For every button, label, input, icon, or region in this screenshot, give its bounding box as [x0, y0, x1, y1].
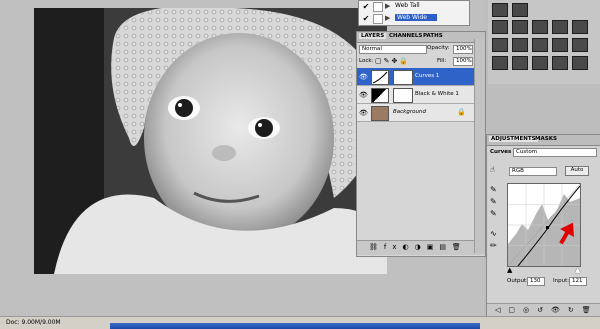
lock-icons[interactable]: ▢✎✥🔒: [375, 57, 410, 65]
adjustment-actions-icons[interactable]: ◁▢◎↺👁↻🗑: [495, 306, 599, 314]
eye-icon[interactable]: 👁: [359, 91, 368, 99]
swatch[interactable]: [532, 20, 548, 34]
swatch[interactable]: [492, 20, 508, 34]
adjustments-tabs: ADJUSTMENTS MASKS: [487, 135, 600, 146]
white-point-slider[interactable]: ▲: [575, 266, 580, 274]
swatch[interactable]: [552, 38, 568, 52]
layers-scrollbar[interactable]: [474, 39, 485, 253]
input-label: Input:: [553, 278, 570, 284]
black-white-adjustment-icon: [371, 88, 389, 103]
tab-adjustments[interactable]: ADJUSTMENTS: [489, 136, 538, 142]
layer-row-background[interactable]: 👁 Background 🔒: [357, 104, 475, 122]
preset-label: Curves: [490, 149, 512, 155]
black-eyedropper-icon[interactable]: ✎: [490, 185, 497, 194]
curves-preset-select[interactable]: Custom: [513, 148, 597, 157]
tab-masks[interactable]: MASKS: [535, 136, 557, 142]
output-label: Output:: [507, 278, 528, 284]
swatch[interactable]: [512, 3, 528, 17]
layer-name: Background: [393, 109, 426, 115]
swatch[interactable]: [512, 38, 528, 52]
layer-name: Black & White 1: [415, 91, 459, 97]
preset-label: Web Tall: [395, 2, 420, 9]
swatch[interactable]: [512, 20, 528, 34]
swatch[interactable]: [532, 56, 548, 70]
auto-button[interactable]: Auto: [565, 166, 589, 176]
status-bar: Doc: 9.00M/9.00M: [0, 316, 600, 329]
tab-paths[interactable]: PATHS: [423, 33, 443, 39]
layer-row-black-white[interactable]: 👁 Black & White 1: [357, 86, 475, 104]
checkmark-icon: ✔: [362, 14, 370, 23]
play-triangle-icon: ▶: [385, 2, 391, 10]
swatch[interactable]: [572, 38, 588, 52]
play-triangle-icon: ▶: [385, 14, 391, 22]
swatch[interactable]: [572, 20, 588, 34]
swatch[interactable]: [492, 56, 508, 70]
layer-mask-thumbnail[interactable]: [393, 88, 413, 103]
layers-footer: ⛓fx◐◑▣▤🗑: [357, 240, 485, 255]
photo-image: [34, 8, 387, 274]
swatch[interactable]: [492, 3, 508, 17]
fill-input[interactable]: 100%: [453, 57, 473, 66]
blend-mode-select[interactable]: Normal: [359, 45, 427, 54]
pencil-icon[interactable]: ✏: [490, 241, 497, 250]
opacity-label: Opacity:: [427, 45, 450, 51]
swatch[interactable]: [572, 56, 588, 70]
layers-panel: LAYERS CHANNELS PATHS Normal Opacity: 10…: [356, 31, 486, 257]
checkmark-icon: ✔: [362, 2, 370, 11]
input-input[interactable]: 121: [569, 277, 587, 286]
channel-select[interactable]: RGB: [509, 167, 557, 176]
preset-item-web-wide[interactable]: ✔ ▶ Web Wide: [359, 13, 469, 24]
swatch[interactable]: [532, 38, 548, 52]
checkbox[interactable]: [373, 14, 383, 24]
eye-icon[interactable]: 👁: [359, 73, 368, 81]
tab-layers[interactable]: LAYERS: [359, 33, 387, 39]
swatch[interactable]: [552, 20, 568, 34]
hand-adjust-icon[interactable]: ☝: [490, 165, 495, 174]
curves-adjustment-icon: [371, 70, 389, 85]
checkbox[interactable]: [373, 2, 383, 12]
black-point-slider[interactable]: ▲: [507, 266, 512, 274]
document-size-text: Doc: 9.00M/9.00M: [6, 319, 61, 326]
layer-name: Curves 1: [415, 73, 440, 79]
adjustments-panel: ADJUSTMENTS MASKS Curves Custom ☝ RGB Au…: [486, 134, 600, 318]
background-thumbnail: [371, 106, 389, 121]
fill-label: Fill:: [437, 58, 447, 64]
swatches-panel: [488, 0, 600, 84]
tab-channels[interactable]: CHANNELS: [389, 33, 422, 39]
gray-eyedropper-icon[interactable]: ✎: [490, 197, 497, 206]
preset-dropdown[interactable]: ✔ ▶ Web Tall ✔ ▶ Web Wide: [358, 0, 470, 26]
preset-label: Web Wide: [395, 14, 437, 21]
layer-actions-icons[interactable]: ⛓fx◐◑▣▤🗑: [369, 243, 467, 251]
lock-icon: 🔒: [457, 108, 466, 116]
output-input[interactable]: 130: [527, 277, 545, 286]
eye-icon[interactable]: 👁: [359, 109, 368, 117]
swatch[interactable]: [492, 38, 508, 52]
layer-row-curves[interactable]: 👁 Curves 1: [357, 68, 475, 86]
layer-mask-thumbnail[interactable]: [393, 70, 413, 85]
curve-edit-icon[interactable]: ∿: [490, 229, 497, 238]
red-arrow-annotation: [559, 222, 574, 245]
opacity-input[interactable]: 100%: [453, 45, 473, 54]
white-eyedropper-icon[interactable]: ✎: [490, 209, 497, 218]
taskbar-strip: [110, 323, 480, 329]
swatch[interactable]: [552, 56, 568, 70]
layers-panel-tabs: LAYERS CHANNELS PATHS: [357, 32, 485, 43]
lock-label: Lock:: [359, 58, 374, 64]
preset-item-web-tall[interactable]: ✔ ▶ Web Tall: [359, 1, 469, 12]
swatch[interactable]: [512, 56, 528, 70]
